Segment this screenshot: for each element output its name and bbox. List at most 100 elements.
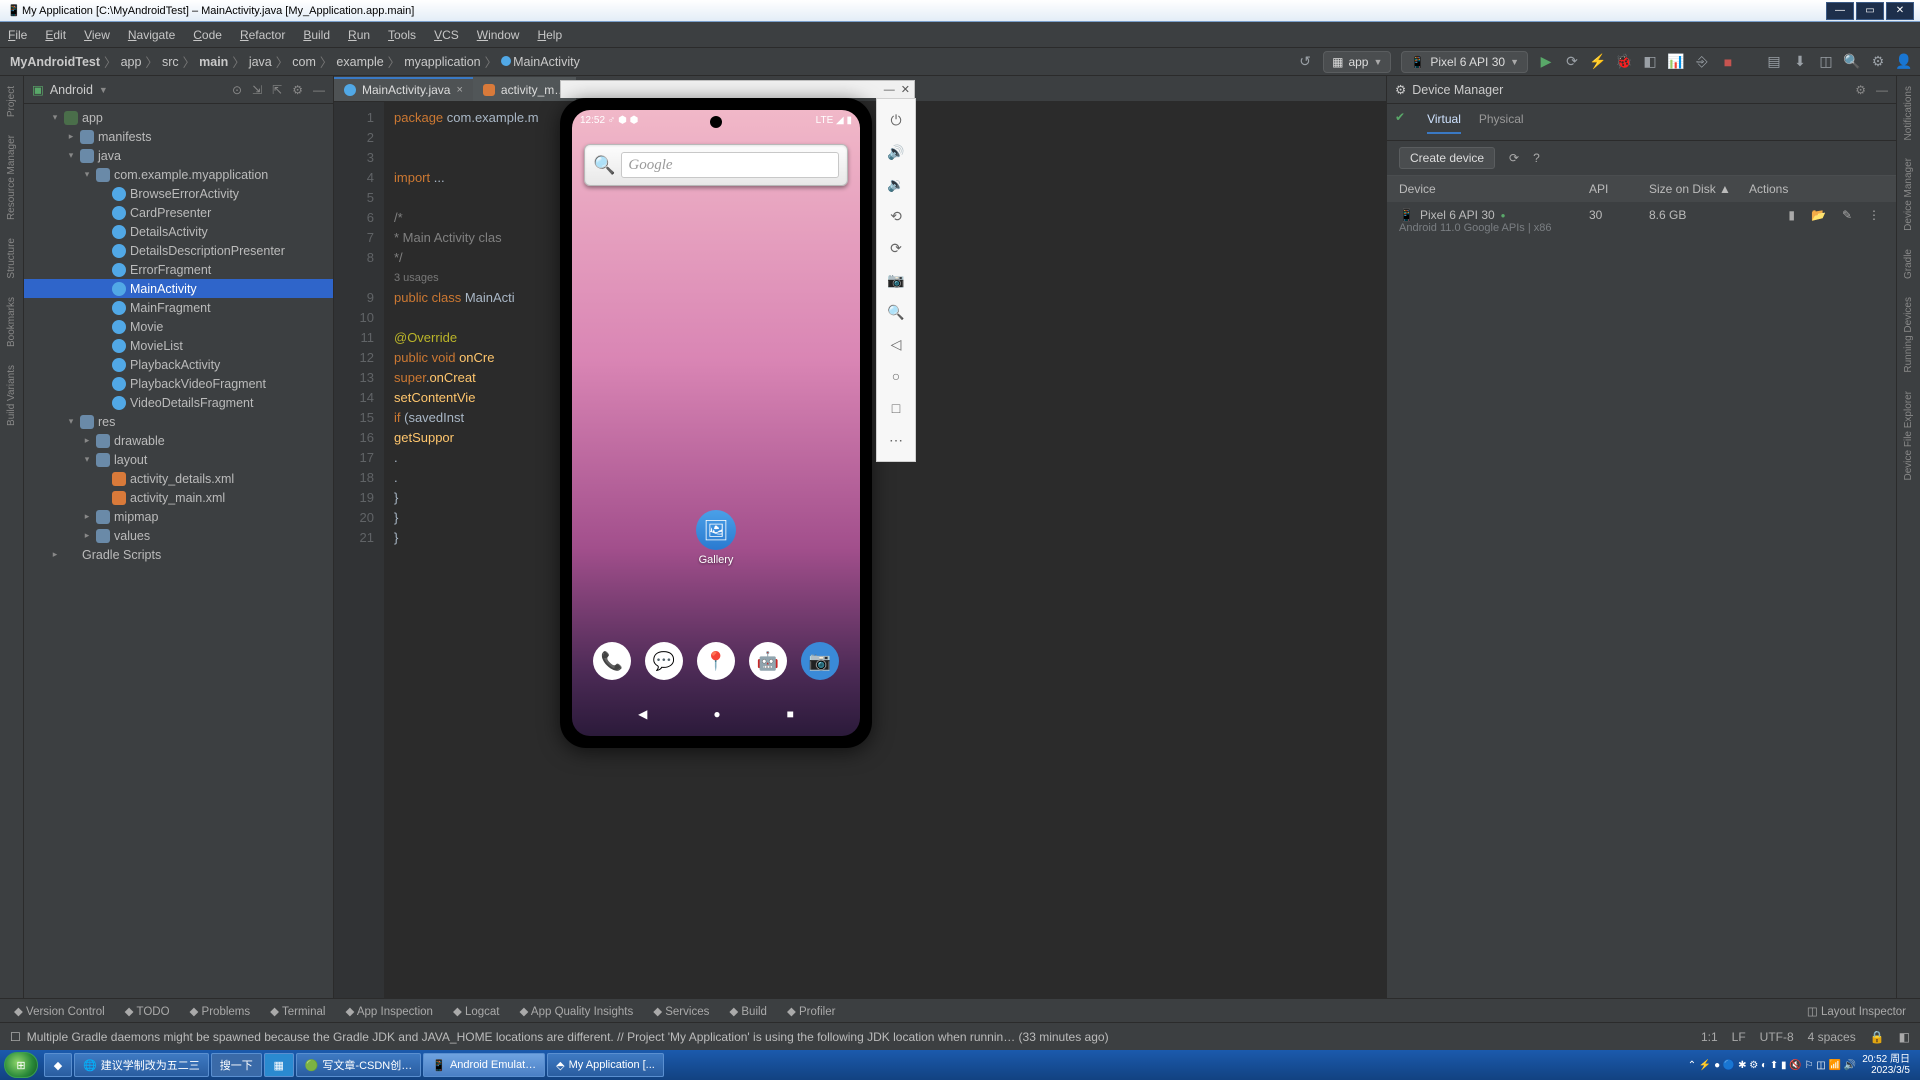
profile-icon[interactable]: 📊 <box>1668 54 1684 70</box>
toolwindow-notifications[interactable]: Notifications <box>1903 86 1914 140</box>
tree-item[interactable]: activity_main.xml <box>24 488 333 507</box>
avd-manager-icon[interactable]: ▤ <box>1766 54 1782 70</box>
taskbar-search[interactable]: 搜一下 <box>211 1053 262 1077</box>
tree-item[interactable]: MainActivity <box>24 279 333 298</box>
tree-item[interactable]: DetailsDescriptionPresenter <box>24 241 333 260</box>
breadcrumb-item[interactable]: com <box>292 55 316 69</box>
select-opened-icon[interactable]: ⊙ <box>232 83 242 97</box>
tree-item[interactable]: ▾app <box>24 108 333 127</box>
breadcrumb-item[interactable]: java <box>249 55 272 69</box>
toolwindow-problems[interactable]: ◆ Problems <box>190 1004 251 1018</box>
emu-volume-down-icon[interactable]: 🔉 <box>884 173 908 195</box>
tree-item[interactable]: activity_details.xml <box>24 469 333 488</box>
toolwindow-resource-manager[interactable]: Resource Manager <box>6 135 17 220</box>
menu-file[interactable]: File <box>8 28 27 42</box>
breadcrumb-item[interactable]: main <box>199 55 228 69</box>
tree-item[interactable]: VideoDetailsFragment <box>24 393 333 412</box>
toolwindow-logcat[interactable]: ◆ Logcat <box>453 1004 500 1018</box>
emu-rotate-left-icon[interactable]: ⟲ <box>884 205 908 227</box>
system-tray[interactable]: ⌃ ⚡ ● 🔵 ✱ ⚙ ◐ ⬆ ▮ 🔇 ⚐ ◫ 📶 🔊 20:52 周日 202… <box>1688 1054 1916 1076</box>
emu-minimize[interactable]: — <box>884 84 895 96</box>
toolwindow-profiler[interactable]: ◆ Profiler <box>787 1004 835 1018</box>
coverage-icon[interactable]: ◧ <box>1642 54 1658 70</box>
dock-apps[interactable]: 🤖 <box>749 642 787 680</box>
emu-overview-icon[interactable]: □ <box>884 397 908 419</box>
window-maximize[interactable]: ▭ <box>1856 2 1884 20</box>
menu-refactor[interactable]: Refactor <box>240 28 285 42</box>
hide-panel-icon[interactable]: — <box>1876 83 1888 97</box>
breadcrumb-item[interactable]: example <box>336 55 383 69</box>
nav-overview[interactable]: ■ <box>787 707 794 721</box>
stop-button[interactable]: ■ <box>1720 54 1736 70</box>
breadcrumb-item[interactable]: app <box>121 55 142 69</box>
settings-icon[interactable]: ⚙ <box>1870 54 1886 70</box>
line-separator[interactable]: LF <box>1732 1030 1746 1044</box>
toolwindow-app-quality-insights[interactable]: ◆ App Quality Insights <box>520 1004 634 1018</box>
emu-more-icon[interactable]: ⋯ <box>884 429 908 451</box>
toolwindow-app-inspection[interactable]: ◆ App Inspection <box>345 1004 433 1018</box>
device-row[interactable]: 📱 Pixel 6 API 30 ● Android 11.0 Google A… <box>1387 202 1896 240</box>
tray-icons[interactable]: ⌃ ⚡ ● 🔵 ✱ ⚙ ◐ ⬆ ▮ 🔇 ⚐ ◫ 📶 🔊 <box>1688 1060 1856 1071</box>
more-icon[interactable]: ⋮ <box>1868 208 1880 222</box>
breadcrumb-item[interactable]: MyAndroidTest <box>10 55 100 69</box>
phone-screen[interactable]: 12:52 ♂ ⬢ ⬢ LTE ◢ ▮ 🔍 Google 🖼 Gallery 📞… <box>572 110 860 736</box>
emu-screenshot-icon[interactable]: 📷 <box>884 269 908 291</box>
app-shortcut-gallery[interactable]: 🖼 Gallery <box>696 510 736 566</box>
menu-navigate[interactable]: Navigate <box>128 28 175 42</box>
sort-size[interactable]: Size on Disk ▲ <box>1649 182 1749 196</box>
emu-back-icon[interactable]: ◁ <box>884 333 908 355</box>
start-button[interactable]: ⊞ <box>4 1052 38 1078</box>
tree-item[interactable]: ▸manifests <box>24 127 333 146</box>
nav-home[interactable]: ● <box>713 707 720 721</box>
toolwindow-bookmarks[interactable]: Bookmarks <box>6 297 17 347</box>
apply-changes-icon[interactable]: ⟳ <box>1564 54 1580 70</box>
tree-item[interactable]: ▾com.example.myapplication <box>24 165 333 184</box>
tree-item[interactable]: PlaybackActivity <box>24 355 333 374</box>
emulator-window[interactable]: — ✕ 12:52 ♂ ⬢ ⬢ LTE ◢ ▮ 🔍 Google 🖼 Galle… <box>560 80 915 748</box>
folder-icon[interactable]: 📂 <box>1811 208 1826 222</box>
tree-item[interactable]: ▾java <box>24 146 333 165</box>
attach-debugger-icon[interactable]: ⎆ <box>1694 54 1710 70</box>
tree-item[interactable]: ▸values <box>24 526 333 545</box>
search-input[interactable]: Google <box>621 152 839 178</box>
play-icon[interactable]: ▮ <box>1788 208 1795 222</box>
debug-button[interactable]: 🐞 <box>1616 54 1632 70</box>
menu-window[interactable]: Window <box>477 28 520 42</box>
editor-tab[interactable]: MainActivity.java× <box>334 77 473 101</box>
gear-icon[interactable]: ⚙ <box>1855 83 1866 97</box>
resource-manager-icon[interactable]: ◫ <box>1818 54 1834 70</box>
tree-item[interactable]: BrowseErrorActivity <box>24 184 333 203</box>
search-icon[interactable]: 🔍 <box>1844 54 1860 70</box>
tree-item[interactable]: ▸mipmap <box>24 507 333 526</box>
menu-build[interactable]: Build <box>303 28 330 42</box>
emulator-titlebar[interactable]: — ✕ <box>560 80 915 98</box>
tab-physical[interactable]: Physical <box>1479 110 1524 134</box>
tree-item[interactable]: ▾layout <box>24 450 333 469</box>
create-device-button[interactable]: Create device <box>1399 147 1495 169</box>
file-encoding[interactable]: UTF-8 <box>1760 1030 1794 1044</box>
menu-run[interactable]: Run <box>348 28 370 42</box>
project-tree[interactable]: ▾app▸manifests▾java▾com.example.myapplic… <box>24 104 333 998</box>
toolwindow-structure[interactable]: Structure <box>6 238 17 279</box>
gear-icon[interactable]: ⚙ <box>292 83 303 97</box>
menu-vcs[interactable]: VCS <box>434 28 459 42</box>
tree-item[interactable]: MovieList <box>24 336 333 355</box>
tree-item[interactable]: ▸drawable <box>24 431 333 450</box>
sdk-manager-icon[interactable]: ⬇ <box>1792 54 1808 70</box>
toolwindow-gradle[interactable]: Gradle <box>1903 249 1914 279</box>
cursor-position[interactable]: 1:1 <box>1701 1030 1718 1044</box>
toolwindow-build-variants[interactable]: Build Variants <box>6 365 17 426</box>
run-button[interactable]: ▶ <box>1538 54 1554 70</box>
emu-home-icon[interactable]: ○ <box>884 365 908 387</box>
project-view-selector[interactable]: ▣ Android ▼ <box>32 82 108 97</box>
tree-item[interactable]: MainFragment <box>24 298 333 317</box>
toolwindow-build[interactable]: ◆ Build <box>729 1004 767 1018</box>
toolwindow-device-file-explorer[interactable]: Device File Explorer <box>1903 391 1914 480</box>
window-minimize[interactable]: — <box>1826 2 1854 20</box>
tree-item[interactable]: ▸Gradle Scripts <box>24 545 333 564</box>
tree-item[interactable]: CardPresenter <box>24 203 333 222</box>
toolwindow-project[interactable]: Project <box>6 86 17 117</box>
run-config-device[interactable]: 📱 Pixel 6 API 30 ▼ <box>1401 51 1528 73</box>
windows-taskbar[interactable]: ⊞ ◆ 🌐建议学制改为五二三 搜一下 ▦ 🟢写文章-CSDN创… 📱Androi… <box>0 1050 1920 1080</box>
hide-panel-icon[interactable]: — <box>313 83 325 97</box>
